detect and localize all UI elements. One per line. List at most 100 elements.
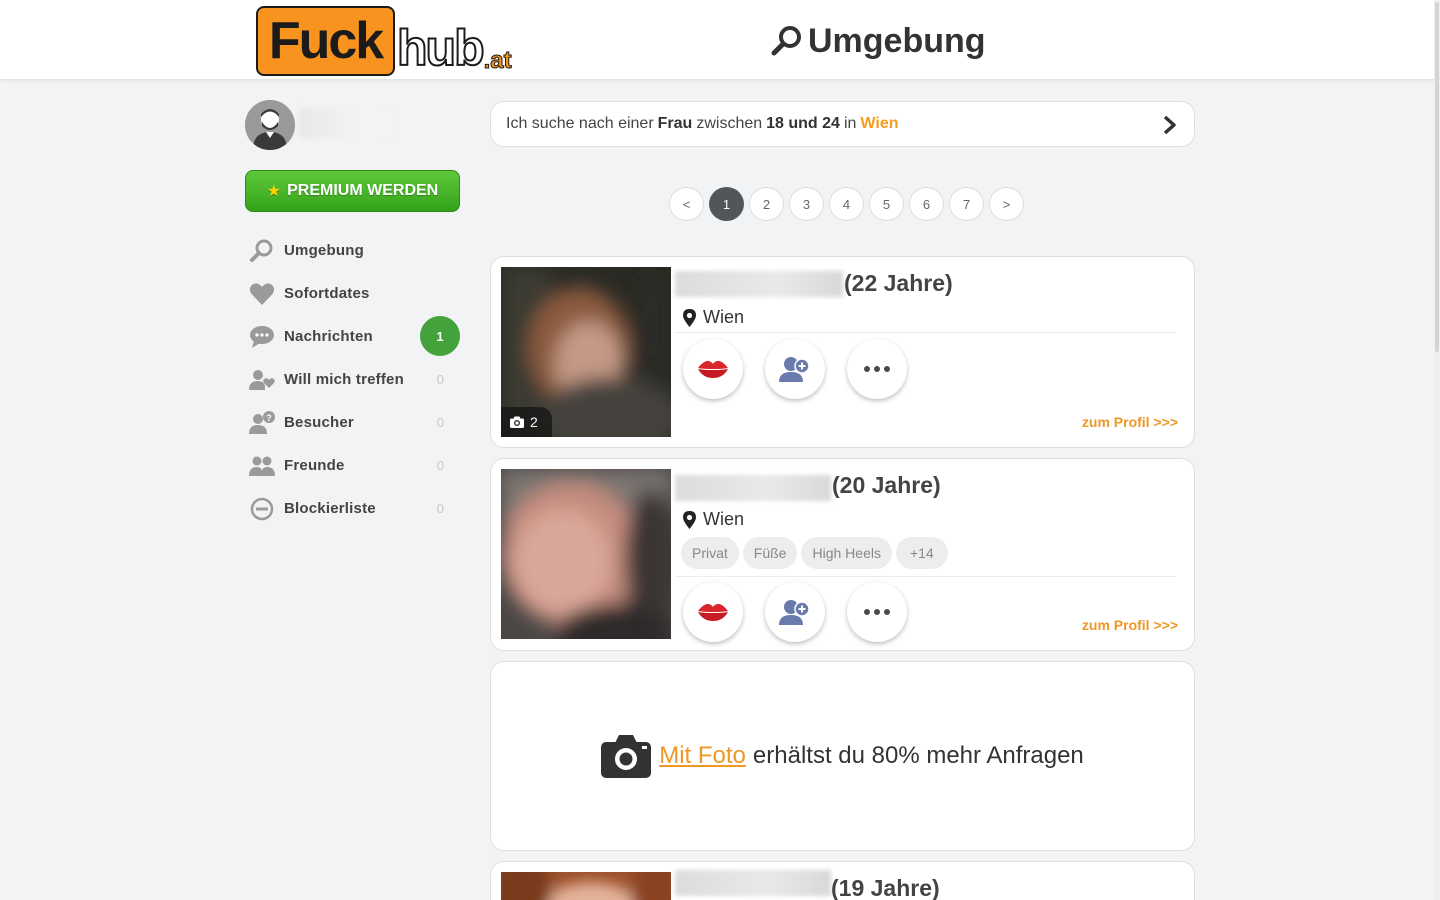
sidebar-item-label: Blockierliste xyxy=(284,500,376,517)
interest-tag: Füße xyxy=(742,537,798,569)
page-4[interactable]: 4 xyxy=(829,187,864,221)
sidebar-item-count: 0 xyxy=(436,458,444,473)
search-icon xyxy=(248,237,276,265)
more-options-button[interactable] xyxy=(847,582,907,642)
page-7[interactable]: 7 xyxy=(949,187,984,221)
profile-card: 2 (22 Jahre) Wien zum Profil >>> xyxy=(490,256,1195,448)
svg-text:?: ? xyxy=(266,413,272,423)
ellipsis-icon xyxy=(864,366,890,372)
profile-location-text: Wien xyxy=(703,307,745,327)
profile-location-text: Wien xyxy=(703,509,745,529)
page-2[interactable]: 2 xyxy=(749,187,784,221)
more-tags-badge[interactable]: +14 xyxy=(895,537,948,569)
sidebar-item-freunde[interactable]: Freunde 0 xyxy=(245,444,460,487)
premium-button[interactable]: ★ PREMIUM WERDEN xyxy=(245,170,460,212)
page-title-text: Umgebung xyxy=(808,21,986,60)
avatar-image xyxy=(245,100,295,150)
interest-tag: Privat xyxy=(681,537,739,569)
sidebar-item-label: Besucher xyxy=(284,414,354,431)
chat-icon xyxy=(248,323,276,351)
search-prefix: Ich suche nach einer xyxy=(506,115,654,132)
kiss-button[interactable] xyxy=(683,339,743,399)
lips-icon xyxy=(698,360,728,378)
sidebar-item-label: Umgebung xyxy=(284,242,364,259)
profile-card: (19 Jahre) xyxy=(490,861,1195,900)
profile-photo-blurred xyxy=(501,469,671,639)
sidebar-item-will-mich-treffen[interactable]: Will mich treffen 0 xyxy=(245,358,460,401)
profile-location: Wien xyxy=(683,509,744,530)
sidebar-item-umgebung[interactable]: Umgebung xyxy=(245,229,460,272)
profile-photo[interactable] xyxy=(501,872,671,900)
profile-actions xyxy=(683,582,907,642)
view-profile-link[interactable]: zum Profil >>> xyxy=(1082,414,1178,430)
lips-icon xyxy=(698,603,728,621)
logo-text-part1: Fuck xyxy=(268,12,384,70)
sidebar-item-label: Freunde xyxy=(284,457,345,474)
page-3[interactable]: 3 xyxy=(789,187,824,221)
view-profile-link[interactable]: zum Profil >>> xyxy=(1082,617,1178,633)
sidebar-item-label: Sofortdates xyxy=(284,285,370,302)
logo-text-part2: hub xyxy=(396,19,486,77)
more-options-button[interactable] xyxy=(847,339,907,399)
logo-box: Fuck xyxy=(256,6,395,76)
divider xyxy=(675,332,1176,333)
search-age-range: 18 und 24 xyxy=(766,115,840,132)
photo-count: 2 xyxy=(530,414,538,430)
page-prev[interactable]: < xyxy=(669,187,704,221)
interest-tag: High Heels xyxy=(801,537,892,569)
profile-photo[interactable] xyxy=(501,469,671,639)
profile-age: (19 Jahre) xyxy=(831,875,940,900)
star-icon: ★ xyxy=(266,183,282,200)
site-logo[interactable]: Fuck hub .at xyxy=(256,6,512,77)
sidebar-item-nachrichten[interactable]: Nachrichten 1 xyxy=(245,315,460,358)
add-friend-button[interactable] xyxy=(765,582,825,642)
page-title: Umgebung xyxy=(770,20,986,62)
photo-count-badge: 2 xyxy=(501,407,552,437)
kiss-button[interactable] xyxy=(683,582,743,642)
add-photo-link[interactable]: Mit Foto xyxy=(659,742,746,770)
ellipsis-icon xyxy=(864,609,890,615)
profile-name-blurred xyxy=(675,271,843,297)
profile-photo[interactable]: 2 xyxy=(501,267,671,437)
scrollbar[interactable] xyxy=(1434,0,1440,900)
sidebar-item-besucher[interactable]: ? Besucher 0 xyxy=(245,401,460,444)
page-next[interactable]: > xyxy=(989,187,1024,221)
users-icon xyxy=(248,452,276,480)
logo-text-part3: .at xyxy=(483,47,512,75)
page-5[interactable]: 5 xyxy=(869,187,904,221)
add-user-icon xyxy=(779,600,810,625)
search-criteria-bar[interactable]: Ich suche nach einer Frau zwischen 18 un… xyxy=(490,101,1195,147)
profile-tags: Privat Füße High Heels +14 xyxy=(681,537,948,569)
sidebar-nav: Umgebung Sofortdates Nachrichten 1 Will … xyxy=(245,229,460,530)
location-pin-icon xyxy=(683,510,696,529)
sidebar-item-label: Will mich treffen xyxy=(284,371,404,388)
page-1[interactable]: 1 xyxy=(709,187,744,221)
sidebar-item-count: 0 xyxy=(436,372,444,387)
search-icon xyxy=(771,26,801,56)
chevron-right-icon[interactable] xyxy=(1162,115,1178,135)
block-icon xyxy=(248,495,276,523)
photo-upload-promo: Mit Foto erhältst du 80% mehr Anfragen xyxy=(490,661,1195,851)
message-count-badge: 1 xyxy=(420,316,460,356)
search-city: Wien xyxy=(860,115,899,132)
sidebar-item-sofortdates[interactable]: Sofortdates xyxy=(245,272,460,315)
page-6[interactable]: 6 xyxy=(909,187,944,221)
add-friend-button[interactable] xyxy=(765,339,825,399)
camera-icon xyxy=(601,735,652,778)
profile-age: (20 Jahre) xyxy=(832,472,941,498)
location-pin-icon xyxy=(683,308,696,327)
profile-actions xyxy=(683,339,907,399)
avatar[interactable] xyxy=(245,100,295,150)
username-blurred xyxy=(299,108,391,138)
user-heart-icon xyxy=(248,366,276,394)
scrollbar-thumb[interactable] xyxy=(1435,2,1439,352)
sidebar-item-count: 0 xyxy=(436,415,444,430)
sidebar-item-count: 0 xyxy=(436,501,444,516)
camera-icon xyxy=(510,416,524,428)
premium-label: PREMIUM WERDEN xyxy=(287,182,439,199)
profile-age: (22 Jahre) xyxy=(844,270,953,296)
profile-location: Wien xyxy=(683,307,744,328)
profile-card: (20 Jahre) Wien Privat Füße High Heels +… xyxy=(490,458,1195,651)
sidebar-item-blockierliste[interactable]: Blockierliste 0 xyxy=(245,487,460,530)
search-between: zwischen xyxy=(696,115,763,132)
